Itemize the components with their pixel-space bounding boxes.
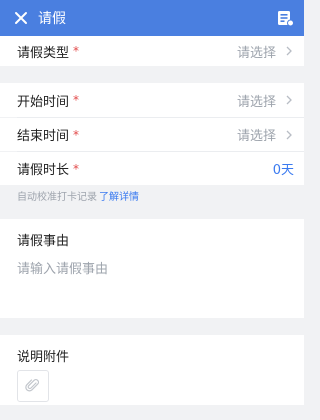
end-time-value: 请选择 xyxy=(236,129,276,144)
required-mark: * xyxy=(73,127,80,142)
menu-button[interactable] xyxy=(276,9,294,27)
hint-text: 自动校准打卡记录 xyxy=(17,192,97,203)
title-bar: 请假 xyxy=(0,0,304,36)
start-time-label: 开始时间 xyxy=(17,94,70,110)
start-time-value: 请选择 xyxy=(236,94,276,110)
page-title: 请假 xyxy=(38,11,66,27)
learn-more-link[interactable]: 了解详情 xyxy=(99,192,139,203)
chevron-right-icon xyxy=(286,95,292,105)
leave-type-value: 请选择 xyxy=(236,45,276,61)
duration-row: 请假时长 * 0天 xyxy=(0,152,304,185)
duration-label: 请假时长 xyxy=(17,163,70,178)
leave-request-screen: 请假 请假类型 * 请选择 开始时间 * 请选择 结束时间 * 请选择 请假时长… xyxy=(0,0,304,420)
chevron-right-icon xyxy=(286,46,292,56)
reason-input[interactable]: 请输入请假事由 xyxy=(17,258,108,277)
required-mark: * xyxy=(73,44,80,58)
leave-type-label: 请假类型 xyxy=(17,45,70,61)
duration-value: 0天 xyxy=(272,163,294,178)
chevron-right-icon xyxy=(286,130,292,139)
required-mark: * xyxy=(73,93,80,107)
attachment-label: 说明附件 xyxy=(17,350,70,365)
close-button[interactable] xyxy=(8,0,34,36)
reason-label: 请假事由 xyxy=(17,234,70,249)
start-time-selector[interactable]: 开始时间 * 请选择 xyxy=(0,83,304,117)
add-attachment-button[interactable] xyxy=(17,370,49,402)
close-icon xyxy=(15,12,27,24)
attachment-section: 说明附件 xyxy=(0,335,304,405)
end-time-selector[interactable]: 结束时间 * 请选择 xyxy=(0,118,304,151)
paperclip-icon xyxy=(25,379,40,392)
required-mark: * xyxy=(73,161,80,176)
attendance-hint: 自动校准打卡记录 了解详情 xyxy=(17,188,139,203)
leave-type-selector[interactable]: 请假类型 * 请选择 xyxy=(0,36,304,66)
reason-field[interactable]: 请假事由 请输入请假事由 xyxy=(0,219,304,318)
document-list-icon xyxy=(278,11,294,27)
end-time-label: 结束时间 xyxy=(17,129,70,144)
